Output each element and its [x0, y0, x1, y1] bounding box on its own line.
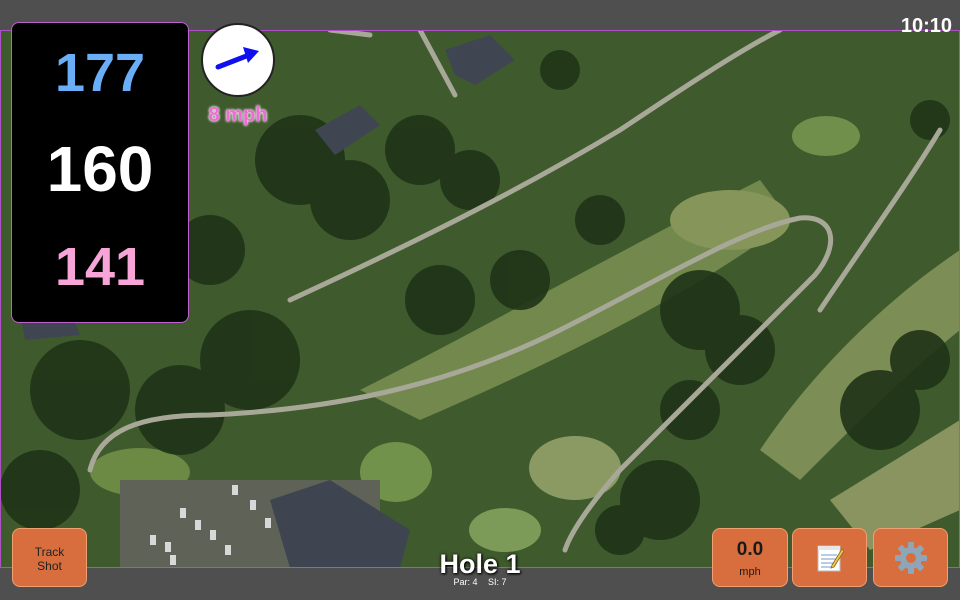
front-distance: 141 — [54, 237, 146, 297]
notes-button[interactable] — [792, 528, 867, 587]
track-shot-label-line2: Shot — [37, 559, 62, 573]
distance-panel: 177 160 141 — [11, 22, 189, 323]
golf-gps-screen: 10:10 177 160 141 8 mph Track Shot Hole … — [0, 0, 960, 600]
arrow-right-icon — [215, 47, 259, 70]
gear-icon — [895, 542, 927, 574]
hole-info: Par: 4 SI: 7 — [380, 577, 580, 587]
settings-button[interactable] — [873, 528, 948, 587]
clock: 10:10 — [900, 15, 952, 37]
hole-par: Par: 4 — [453, 577, 478, 587]
speed-unit: mph — [739, 566, 761, 578]
track-shot-label-line1: Track — [34, 545, 65, 559]
middle-distance: 160 — [46, 133, 154, 205]
speed-button[interactable]: 0.0 mph — [712, 528, 788, 587]
back-distance: 177 — [54, 43, 146, 103]
hole-title: Hole 1 — [439, 549, 521, 579]
notepad-icon — [817, 545, 845, 572]
speed-value: 0.0 — [736, 539, 764, 560]
wind-direction-indicator — [201, 23, 275, 97]
track-shot-button[interactable]: Track Shot — [12, 528, 87, 587]
hole-stroke-index: SI: 7 — [488, 577, 507, 587]
wind-speed: 8 mph — [208, 104, 268, 126]
